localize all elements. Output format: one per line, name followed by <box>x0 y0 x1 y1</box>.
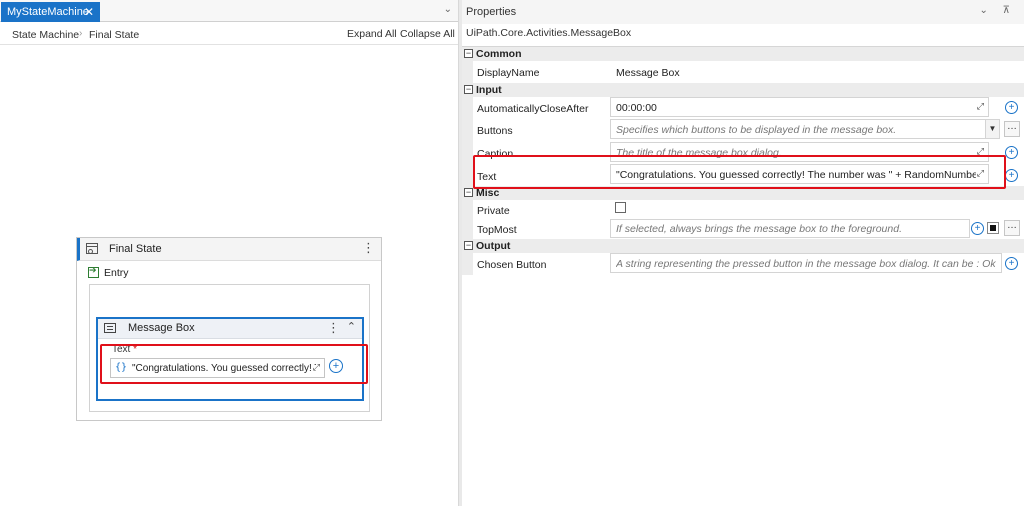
category-input[interactable]: − Input <box>462 83 1024 97</box>
buttons-placeholder: Specifies which buttons to be displayed … <box>616 124 897 136</box>
collapse-toggle-icon[interactable]: − <box>464 85 473 94</box>
row-gutter <box>462 61 473 83</box>
row-gutter <box>462 163 473 186</box>
add-variable-icon[interactable]: + <box>1005 257 1018 270</box>
row-gutter <box>462 200 473 219</box>
collapse-toggle-icon[interactable]: − <box>464 188 473 197</box>
autoclose-value: 00:00:00 <box>616 102 657 114</box>
prop-row-displayname: DisplayName Message Box <box>462 61 1024 83</box>
add-variable-icon[interactable]: + <box>1005 146 1018 159</box>
designer-panel: MyStateMachine ✕ ⌄ State Machine › Final… <box>0 0 458 506</box>
topmost-placeholder: If selected, always brings the message b… <box>616 223 902 235</box>
collapse-icon[interactable]: ⌃ <box>347 320 356 333</box>
prop-name: TopMost <box>477 224 517 236</box>
collapse-toggle-icon[interactable]: − <box>464 49 473 58</box>
category-common[interactable]: − Common <box>462 47 1024 61</box>
properties-panel: Properties ⌄ ⊼ UiPath.Core.Activities.Me… <box>462 0 1024 506</box>
ellipsis-button[interactable]: … <box>1004 220 1020 236</box>
breadcrumb-state-machine[interactable]: State Machine <box>12 29 79 41</box>
topmost-input[interactable]: If selected, always brings the message b… <box>610 219 970 238</box>
chevron-down-icon[interactable]: ▼ <box>985 120 999 138</box>
prop-name: AutomaticallyCloseAfter <box>477 103 589 115</box>
breadcrumb-final-state[interactable]: Final State <box>89 29 139 41</box>
collapse-toggle-icon[interactable]: − <box>464 241 473 250</box>
activity-title: Message Box <box>128 322 195 334</box>
prop-row-buttons: Buttons Specifies which buttons to be di… <box>462 119 1024 141</box>
document-tab-bar: MyStateMachine ✕ ⌄ <box>0 0 458 22</box>
final-state-card[interactable]: Final State ⋮ Entry Message Box ⋮ ⌃ Text… <box>76 237 382 421</box>
row-gutter <box>462 141 473 163</box>
row-gutter <box>462 253 473 275</box>
prop-name: Buttons <box>477 125 513 137</box>
category-label: Common <box>476 48 522 60</box>
add-variable-icon[interactable]: + <box>971 222 984 235</box>
more-options-icon[interactable]: ⋮ <box>327 320 340 336</box>
chosenbutton-input[interactable]: A string representing the pressed button… <box>610 253 1002 273</box>
tab-label: MyStateMachine <box>7 6 89 18</box>
properties-titlebar: Properties ⌄ ⊼ <box>462 0 1024 24</box>
properties-title: Properties <box>466 6 517 18</box>
add-variable-icon[interactable]: + <box>1005 169 1018 182</box>
message-box-icon <box>104 323 116 333</box>
displayname-value: Message Box <box>616 67 680 79</box>
autoclose-input[interactable]: 00:00:00 ⤢ <box>610 97 989 117</box>
close-icon[interactable]: ✕ <box>84 2 94 22</box>
entry-icon <box>88 265 99 278</box>
prop-row-private: Private <box>462 200 1024 219</box>
tab-mystatemachine[interactable]: MyStateMachine ✕ <box>1 2 100 22</box>
chevron-down-icon[interactable]: ⌄ <box>444 4 452 15</box>
prop-name: DisplayName <box>477 67 540 79</box>
collapse-all-button[interactable]: Collapse All <box>400 28 455 40</box>
breadcrumb: State Machine › Final State Expand All C… <box>0 23 458 45</box>
row-gutter <box>462 97 473 119</box>
entry-label: Entry <box>104 267 129 279</box>
ellipsis-button[interactable]: … <box>1004 121 1020 137</box>
category-label: Input <box>476 84 502 96</box>
expand-editor-icon[interactable]: ⤢ <box>977 101 984 112</box>
private-checkbox[interactable] <box>615 202 626 213</box>
literal-toggle-button[interactable] <box>987 222 999 234</box>
prop-row-autoclose: AutomaticallyCloseAfter 00:00:00 ⤢ + <box>462 97 1024 119</box>
category-output[interactable]: − Output <box>462 239 1024 253</box>
activity-header[interactable]: Message Box ⋮ ⌃ <box>98 319 362 339</box>
row-gutter <box>462 219 473 239</box>
row-gutter <box>462 119 473 141</box>
add-variable-icon[interactable]: + <box>1005 101 1018 114</box>
buttons-dropdown[interactable]: Specifies which buttons to be displayed … <box>610 119 1000 139</box>
prop-row-chosenbutton: Chosen Button A string representing the … <box>462 253 1024 275</box>
displayname-input[interactable]: Message Box <box>610 62 989 82</box>
chosenbutton-placeholder: A string representing the pressed button… <box>616 258 996 270</box>
state-title: Final State <box>109 243 162 255</box>
prop-row-topmost: TopMost If selected, always brings the m… <box>462 219 1024 239</box>
breadcrumb-separator-icon: › <box>79 28 83 39</box>
property-grid: − Common DisplayName Message Box − Input… <box>462 46 1024 506</box>
prop-name: Chosen Button <box>477 259 547 271</box>
state-header[interactable]: Final State ⋮ <box>77 238 381 261</box>
properties-text-highlight <box>473 155 1006 189</box>
activity-type-name: UiPath.Core.Activities.MessageBox <box>466 27 632 39</box>
more-options-icon[interactable]: ⋮ <box>362 241 375 255</box>
panel-pin-icon[interactable]: ⌄ ⊼ <box>980 5 1016 16</box>
expand-all-button[interactable]: Expand All <box>347 28 397 40</box>
prop-name: Private <box>477 205 510 217</box>
designer-text-highlight <box>100 344 368 384</box>
state-icon <box>86 243 98 254</box>
category-label: Output <box>476 240 511 252</box>
